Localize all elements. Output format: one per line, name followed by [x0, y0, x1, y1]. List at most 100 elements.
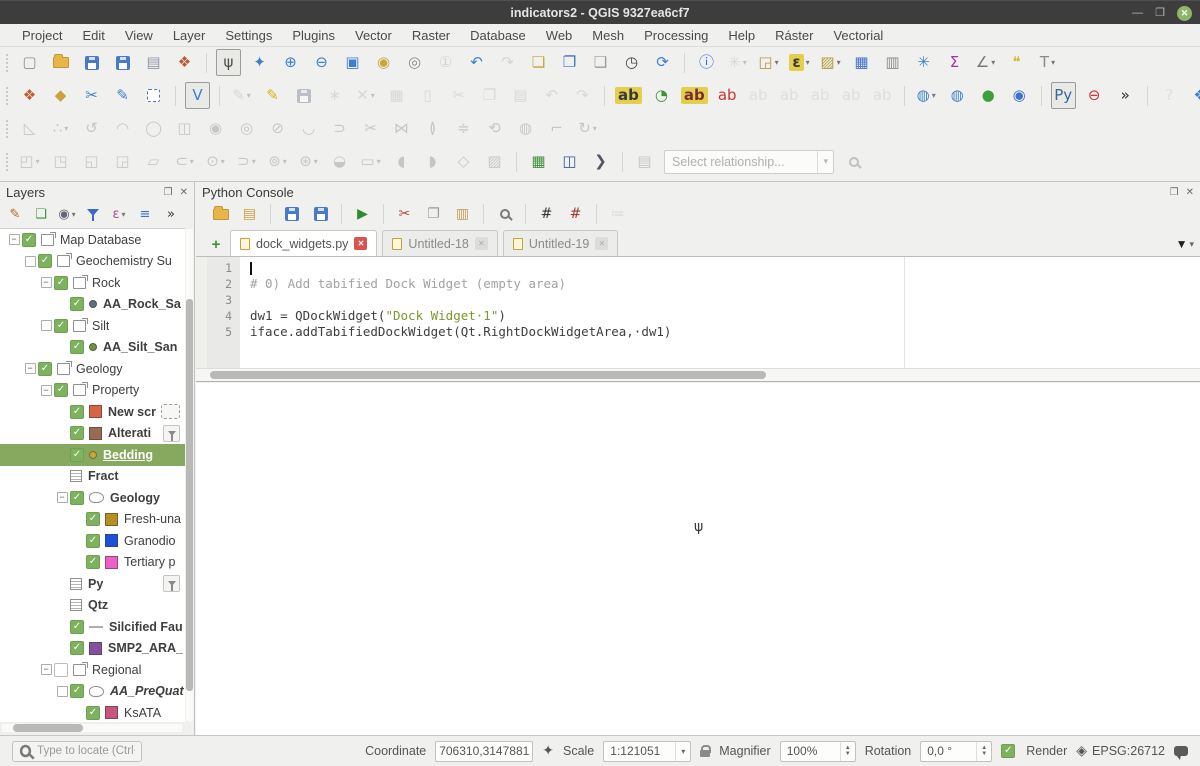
float-panel-icon[interactable]: ❐	[1170, 187, 1179, 198]
scrollbar-handle[interactable]	[186, 299, 193, 691]
save-script-icon[interactable]	[280, 203, 303, 225]
new-tab-button[interactable]: +	[206, 233, 226, 255]
close-button[interactable]: ✕	[1177, 6, 1192, 21]
close-panel-icon[interactable]: ✕	[180, 187, 188, 198]
layer-row-py[interactable]: Py	[0, 573, 185, 595]
select-features-icon[interactable]: ◲▾	[756, 49, 781, 76]
new-bookmark-icon[interactable]: ❏	[526, 49, 551, 76]
rotation-spinbox[interactable]: 0,0 ° ▲▼	[920, 741, 992, 762]
layer-row-aa-prequat[interactable]: ✓AA_PreQuat	[0, 681, 185, 703]
menu-plugins[interactable]: Plugins	[282, 26, 345, 45]
visibility-checkbox[interactable]: ✓	[70, 620, 84, 634]
menu-vector[interactable]: Vector	[345, 26, 402, 45]
filter-legend-icon[interactable]	[82, 203, 104, 225]
coordinate-value[interactable]: 706310,3147881	[435, 741, 533, 762]
visibility-checkbox[interactable]: ✓	[70, 426, 84, 440]
chevron-down-icon[interactable]: ▾	[675, 742, 690, 761]
new-shapefile-layer-icon[interactable]: ✎	[110, 82, 135, 109]
pan-map-icon[interactable]: ψ	[216, 49, 241, 76]
map-canvas[interactable]: ψ	[196, 383, 1200, 735]
float-panel-icon[interactable]: ❐	[164, 187, 173, 198]
spinner-arrows[interactable]: ▲▼	[976, 742, 991, 761]
project-open-icon[interactable]	[48, 49, 73, 76]
expander[interactable]	[54, 686, 70, 697]
spinner-arrows[interactable]: ▲▼	[840, 742, 855, 761]
magnifier-spinbox[interactable]: 100% ▲▼	[780, 741, 856, 762]
visibility-checkbox[interactable]: ✓	[70, 448, 84, 462]
qgis-resources-icon[interactable]: ●	[976, 82, 1001, 109]
manage-map-themes-icon[interactable]: ◉▾	[56, 203, 78, 225]
layer-row-alterati[interactable]: ✓Alterati	[0, 423, 185, 445]
refresh-map-icon[interactable]: ⟳	[650, 49, 675, 76]
close-panel-icon[interactable]: ✕	[1186, 187, 1194, 198]
menu-view[interactable]: View	[115, 26, 163, 45]
menu-r-ster[interactable]: Ráster	[765, 26, 823, 45]
layer-row-property[interactable]: −✓Property	[0, 380, 185, 402]
layers-vertical-scrollbar[interactable]	[186, 229, 193, 721]
code-area[interactable]: # 0) Add tabified Dock Widget (empty are…	[240, 257, 1200, 368]
restore-button[interactable]: ❐	[1155, 8, 1165, 19]
visibility-checkbox[interactable]: ✓	[54, 276, 68, 290]
layer-row-silt[interactable]: ✓Silt	[0, 315, 185, 337]
bookmark-manager-icon[interactable]: ❑	[588, 49, 613, 76]
visibility-checkbox[interactable]: ✓	[54, 319, 68, 333]
layer-row-map-database[interactable]: −✓Map Database	[0, 229, 185, 251]
layer-labeling-options-icon[interactable]: ab	[614, 82, 643, 109]
close-tab-icon[interactable]: ✕	[354, 237, 367, 250]
toolbar-overflow-icon[interactable]: »	[1113, 82, 1138, 109]
statistical-summary-icon[interactable]: ▥	[880, 49, 905, 76]
save-script-as-icon[interactable]	[309, 203, 332, 225]
highlight-pinned-labels-icon[interactable]: ab	[715, 82, 740, 109]
menu-database[interactable]: Database	[460, 26, 536, 45]
project-new-icon[interactable]: ▢	[17, 49, 42, 76]
select-by-expression-icon[interactable]: ε▾	[787, 49, 812, 76]
comment-code-icon[interactable]: #	[535, 203, 558, 225]
visibility-checkbox[interactable]: ✓	[70, 405, 84, 419]
metasearch-icon[interactable]: ◉	[1007, 82, 1032, 109]
deselect-features-icon[interactable]: ▨▾	[818, 49, 843, 76]
visibility-checkbox[interactable]: ✓	[70, 491, 84, 505]
menu-project[interactable]: Project	[12, 26, 72, 45]
menu-edit[interactable]: Edit	[72, 26, 114, 45]
toggle-editing-icon[interactable]: ✎	[260, 82, 285, 109]
visibility-checkbox[interactable]: ✓	[22, 233, 36, 247]
visibility-checkbox[interactable]: ✓	[86, 512, 100, 526]
zoom-to-layer-icon[interactable]: ◎	[402, 49, 427, 76]
visibility-checkbox[interactable]: ✓	[86, 534, 100, 548]
filter-indicator-icon[interactable]	[163, 425, 180, 442]
render-toggle[interactable]: ✓ Render	[1001, 744, 1067, 758]
network-analysis-icon[interactable]: ❖	[1188, 82, 1200, 109]
python-console-icon[interactable]: Py	[1051, 82, 1076, 109]
layer-row-granodio[interactable]: ✓Granodio	[0, 530, 185, 552]
zoom-out-icon[interactable]: ⊖	[309, 49, 334, 76]
pin-unpin-labels-icon[interactable]: ab	[680, 82, 709, 109]
menu-settings[interactable]: Settings	[215, 26, 282, 45]
style-manager-icon[interactable]: ❖	[172, 49, 197, 76]
show-bookmarks-icon[interactable]: ❐	[557, 49, 582, 76]
layer-row-fract[interactable]: Fract	[0, 466, 185, 488]
temporal-controller-icon[interactable]: ◷	[619, 49, 644, 76]
expander[interactable]: −	[54, 492, 70, 503]
layer-row-silcified-fau[interactable]: ✓Silcified Fau	[0, 616, 185, 638]
copy-icon[interactable]: ❐	[422, 203, 445, 225]
open-attribute-table-icon[interactable]: ▦	[849, 49, 874, 76]
layout-manager-icon[interactable]: ▤	[141, 49, 166, 76]
search-layers-icon[interactable]: ◍	[945, 82, 970, 109]
layer-row-geochemistry-su[interactable]: ✓Geochemistry Su	[0, 251, 185, 273]
tab-list-dropdown[interactable]: ▼ ▾	[1176, 237, 1194, 251]
layer-row-aa-rock-sa[interactable]: ✓AA_Rock_Sa	[0, 294, 185, 316]
identify-features-icon[interactable]: ⓘ	[694, 49, 719, 76]
layer-diagram-options-icon[interactable]: ◔	[649, 82, 674, 109]
new-virtual-layer-icon[interactable]: V	[185, 82, 210, 109]
layer-row-tertiary-p[interactable]: ✓Tertiary p	[0, 552, 185, 574]
plugin-manager-icon[interactable]: ⊖	[1082, 82, 1107, 109]
scale-combobox[interactable]: 1:121051 ▾	[603, 741, 691, 762]
open-layer-styling-icon[interactable]: ✎	[4, 203, 26, 225]
project-save-as-icon[interactable]	[110, 49, 135, 76]
layer-row-geology[interactable]: −✓Geology	[0, 358, 185, 380]
visibility-checkbox[interactable]	[54, 663, 68, 677]
new-report-icon[interactable]: ▦	[526, 148, 551, 175]
visibility-checkbox[interactable]: ✓	[70, 297, 84, 311]
render-checkbox[interactable]: ✓	[1001, 744, 1015, 758]
zoom-in-icon[interactable]: ⊕	[278, 49, 303, 76]
